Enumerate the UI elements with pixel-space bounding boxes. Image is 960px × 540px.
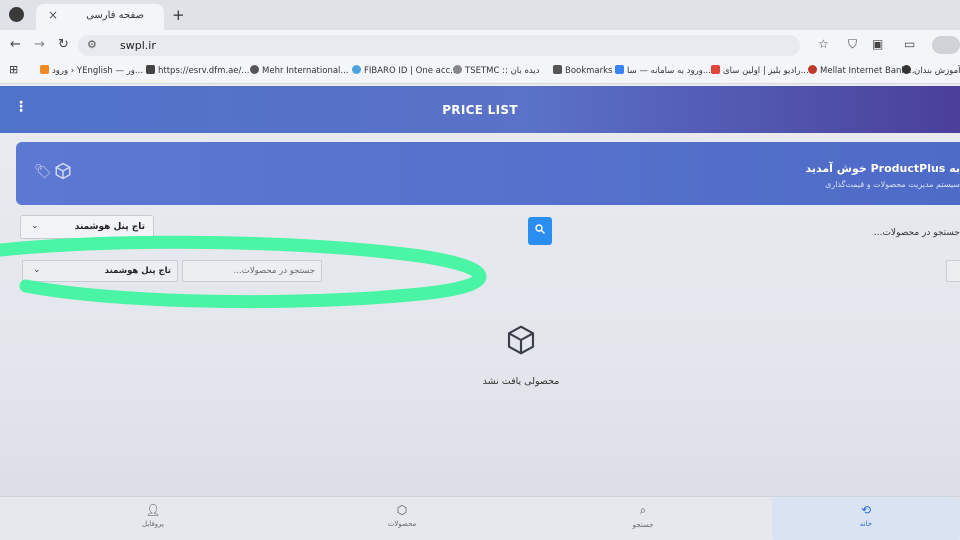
bookmark-favicon-icon — [40, 65, 49, 74]
bookmark-label: Mellat Internet Bank... — [820, 66, 915, 76]
folder-icon — [553, 65, 562, 74]
window-menu-icon[interactable] — [9, 7, 24, 22]
bookmark-label: TSETMC :: دیده بان — [465, 66, 540, 76]
bookmark-label: آموزش بندان... — [914, 66, 960, 76]
nav-search[interactable]: ⌕ جستجو — [598, 497, 688, 540]
user-icon: 👤︎ — [145, 503, 161, 517]
brand-select-value: تاج پنل هوشمند — [74, 222, 145, 232]
bookmark-label: https://esrv.dfm.ae/... — [158, 66, 250, 76]
search-icon: ⌕ — [639, 503, 647, 517]
welcome-banner: 🏷︎ به ProductPlus خوش آمدید سیستم مدیریت… — [16, 142, 960, 205]
bookmark-star-icon[interactable]: ☆ — [818, 37, 829, 51]
bookmark-folder[interactable]: Bookmarks — [553, 65, 613, 76]
page-content: ⋮ PRICE LIST 🏷︎ به ProductPlus خوش آمدید… — [0, 84, 960, 540]
box-icon: ⬡ — [396, 503, 408, 517]
site-info-icon[interactable]: ⚙ — [87, 38, 97, 51]
extension-icon[interactable]: ⛉ — [848, 37, 857, 52]
bookmark-favicon-icon — [453, 65, 462, 74]
chevron-down-icon: ⌄ — [31, 221, 39, 231]
bookmarks-bar: ⊞ ورود › YEnglish — ور... https://esrv.d… — [0, 60, 960, 84]
forward-icon[interactable]: → — [34, 37, 45, 52]
bookmark-favicon-icon — [808, 65, 817, 74]
tab-title: صفحه فارسی — [86, 10, 144, 21]
nav-products-label: محصولات — [387, 520, 417, 528]
bottom-navigation: 👤︎ پروفایل ⬡ محصولات ⌕ جستجو ⟲ خانه — [0, 496, 960, 540]
tag-icon: 🏷︎ — [34, 164, 52, 180]
home-icon: ⟲ — [860, 503, 872, 517]
profile-avatar[interactable] — [932, 36, 960, 54]
bookmark-item[interactable]: ورود به سامانه — سا... — [615, 65, 711, 76]
bookmark-favicon-icon — [615, 65, 624, 74]
reload-icon[interactable]: ↻ — [58, 37, 69, 52]
nav-search-label: جستجو — [632, 521, 654, 529]
apps-grid-icon[interactable]: ⊞ — [9, 63, 18, 76]
filter-toggle-button[interactable] — [946, 260, 960, 282]
tab-close-icon[interactable]: × — [48, 8, 58, 22]
page-title: PRICE LIST — [442, 103, 518, 117]
app-header: ⋮ PRICE LIST — [0, 86, 960, 133]
bookmark-label: ورود به سامانه — سا... — [627, 66, 711, 76]
nav-profile-label: پروفایل — [142, 520, 164, 528]
bookmark-favicon-icon — [711, 65, 720, 74]
banner-subtitle: سیستم مدیریت محصولات و قیمت‌گذاری — [825, 180, 960, 189]
search-button[interactable] — [528, 217, 552, 245]
bookmark-item[interactable]: https://esrv.dfm.ae/... — [146, 65, 249, 76]
bookmark-item[interactable]: FIBARO ID | One acc... — [352, 65, 458, 76]
banner-title: به ProductPlus خوش آمدید — [805, 162, 960, 175]
nav-profile[interactable]: 👤︎ پروفایل — [108, 497, 198, 540]
bookmark-item[interactable]: Mehr International... — [250, 65, 349, 76]
bookmark-favicon-icon — [146, 65, 155, 74]
browser-tab[interactable]: صفحه فارسی × — [36, 4, 164, 30]
search-input[interactable]: جستجو در محصولات... — [874, 228, 960, 238]
cube-icon — [55, 162, 71, 180]
puzzle-icon[interactable]: ▣ — [872, 37, 883, 51]
empty-state-text: محصولی یافت نشد — [482, 376, 560, 387]
browser-toolbar: ← → ↻ ⚙ swpl.ir ☆ ⛉ ▣ ▭ — [0, 30, 960, 60]
address-bar[interactable]: ⚙ swpl.ir — [78, 35, 800, 56]
back-icon[interactable]: ← — [10, 37, 21, 52]
sidepanel-icon[interactable]: ▭ — [904, 37, 915, 51]
nav-home[interactable]: ⟲ خانه — [772, 497, 960, 540]
highlight-marker-stroke — [0, 235, 487, 309]
bookmark-label: ورود › YEnglish — ور... — [52, 66, 144, 76]
bookmark-item[interactable]: TSETMC :: دیده بان — [453, 65, 540, 76]
new-tab-button[interactable]: + — [172, 6, 185, 24]
bookmark-label: Bookmarks — [565, 66, 613, 76]
bookmark-item[interactable]: ورود › YEnglish — ور... — [40, 65, 143, 76]
bookmark-favicon-icon — [902, 65, 911, 74]
url-text[interactable]: swpl.ir — [120, 39, 156, 52]
empty-box-icon — [507, 325, 535, 355]
bookmark-label: Mehr International... — [262, 66, 349, 76]
nav-products[interactable]: ⬡ محصولات — [357, 497, 447, 540]
bookmark-label: رادیو بلیز | اولین سای... — [723, 66, 809, 76]
browser-tabstrip: صفحه فارسی × + — [0, 0, 960, 30]
search-icon — [535, 224, 546, 235]
nav-home-label: خانه — [859, 520, 873, 528]
bookmark-item[interactable]: آموزش بندان... — [902, 65, 960, 76]
bookmark-label: FIBARO ID | One acc... — [364, 66, 459, 76]
bookmark-item[interactable]: رادیو بلیز | اولین سای... — [711, 65, 809, 76]
globe-icon — [250, 65, 259, 74]
bookmark-favicon-icon — [352, 65, 361, 74]
bookmark-item[interactable]: Mellat Internet Bank... — [808, 65, 914, 76]
